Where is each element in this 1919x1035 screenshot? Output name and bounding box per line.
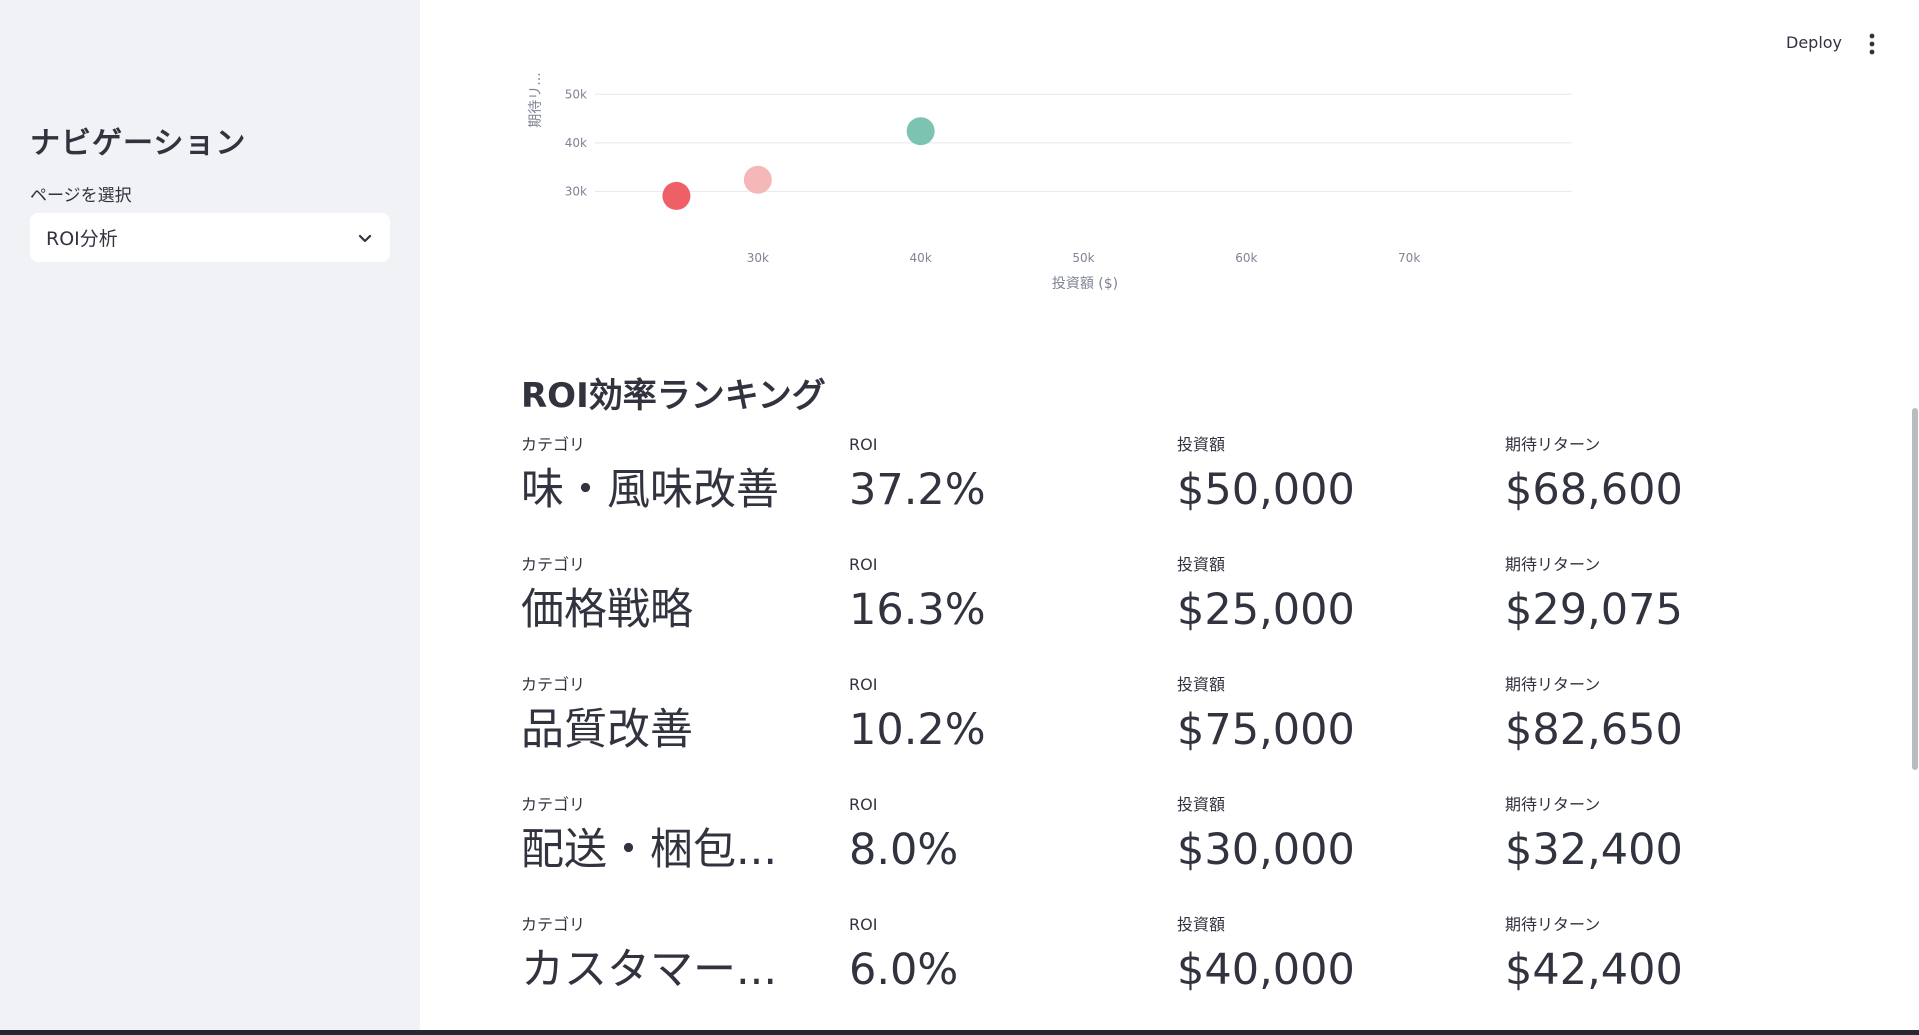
category-metric: カテゴリ 品質改善: [521, 674, 821, 758]
investment-label: 投資額: [1177, 555, 1226, 574]
scatter-point: [906, 117, 935, 146]
ranking-row: カテゴリ味・風味改善 ROI 37.2% 投資額 $50,000 期待リターン $68,60…: [521, 434, 1841, 546]
y-axis-title: 期待リ...: [528, 72, 544, 127]
sidebar-title: ナビゲーション: [30, 126, 247, 161]
investment-value: $75,000: [1177, 705, 1355, 755]
x-tick-label: 70k: [1398, 251, 1420, 265]
y-tick-label: 30k: [565, 184, 587, 198]
chevron-down-icon: [356, 229, 374, 247]
chart-svg: 30k 40k 50k 30k 40k 50k 60k 70k 投資額 ($) 期待リ...: [528, 72, 1572, 292]
sidebar: ナビゲーション ページを選択 ROI分析: [0, 0, 420, 1030]
roi-label: ROI: [849, 435, 878, 454]
expected-return-value: $68,600: [1505, 465, 1683, 515]
category-label: カテゴリ: [521, 555, 586, 574]
expected-return-value: $29,075: [1505, 585, 1683, 635]
y-tick-label: 40k: [565, 136, 587, 150]
category-label: カテゴリ: [521, 915, 586, 934]
scatter-point: [743, 165, 772, 194]
investment-metric: 投資額 $50,000: [1177, 434, 1477, 518]
investment-label: 投資額: [1177, 795, 1226, 814]
category-label: カテゴリ: [521, 675, 586, 694]
ranking-row: カテゴリカスタマー... ROI 6.0% 投資額 $40,000 期待リターン $42,4…: [521, 914, 1841, 1026]
roi-value: 10.2%: [849, 705, 986, 755]
expected-return-value: $32,400: [1505, 825, 1683, 875]
expected-return-metric: 期待リターン $68,600: [1505, 434, 1805, 518]
x-tick-label: 50k: [1072, 251, 1094, 265]
expected-return-metric: 期待リターン $42,400: [1505, 914, 1805, 998]
ranking-row: カテゴリ価格戦略 ROI 16.3% 投資額 $25,000 期待リターン $29,075: [521, 554, 1841, 666]
page-select-label: ページを選択: [30, 186, 132, 206]
expected-return-metric: 期待リターン $32,400: [1505, 794, 1805, 878]
category-label: カテゴリ: [521, 795, 586, 814]
roi-value: 8.0%: [849, 825, 959, 875]
expected-return-label: 期待リターン: [1505, 915, 1601, 934]
scatter-point: [662, 181, 691, 210]
page-select-value: ROI分析: [46, 228, 118, 250]
expected-return-value: $42,400: [1505, 945, 1683, 995]
category-metric: カテゴリ配送・梱包...: [521, 794, 821, 878]
more-vert-icon[interactable]: [1860, 30, 1884, 58]
expected-return-metric: 期待リターン $82,650: [1505, 674, 1805, 758]
category-value: 配送・梱包...: [521, 825, 778, 875]
investment-value: $40,000: [1177, 945, 1355, 995]
investment-label: 投資額: [1177, 435, 1226, 454]
ranking-title: ROI効率ランキング: [521, 376, 826, 416]
roi-metric: ROI 10.2%: [849, 674, 1149, 758]
roi-metric: ROI 8.0%: [849, 794, 1149, 878]
roi-metric: ROI 37.2%: [849, 434, 1149, 518]
y-tick-label: 50k: [565, 87, 587, 101]
investment-value: $50,000: [1177, 465, 1355, 515]
x-tick-label: 60k: [1235, 251, 1257, 265]
x-tick-label: 40k: [910, 251, 932, 265]
roi-label: ROI: [849, 555, 878, 574]
roi-metric: ROI 6.0%: [849, 914, 1149, 998]
roi-value: 16.3%: [849, 585, 986, 635]
expected-return-value: $82,650: [1505, 705, 1683, 755]
roi-label: ROI: [849, 915, 878, 934]
page-select[interactable]: ROI分析: [30, 213, 390, 262]
roi-label: ROI: [849, 675, 878, 694]
bottom-bar: [0, 1030, 1919, 1035]
expected-return-label: 期待リターン: [1505, 795, 1601, 814]
expected-return-label: 期待リターン: [1505, 555, 1601, 574]
category-value: 品質改善: [521, 705, 693, 755]
scrollbar[interactable]: [1912, 408, 1918, 770]
category-metric: カテゴリカスタマー...: [521, 914, 821, 998]
category-value: 価格戦略: [521, 585, 693, 635]
investment-metric: 投資額 $25,000: [1177, 554, 1477, 638]
roi-metric: ROI 16.3%: [849, 554, 1149, 638]
category-label: カテゴリ: [521, 435, 586, 454]
roi-scatter-chart: 30k 40k 50k 30k 40k 50k 60k 70k 投資額 ($) 期待リ...: [500, 60, 1600, 310]
category-value: 味・風味改善: [521, 465, 779, 515]
investment-metric: 投資額 $40,000: [1177, 914, 1477, 998]
investment-metric: 投資額 $30,000: [1177, 794, 1477, 878]
category-value: カスタマー...: [521, 945, 778, 995]
expected-return-label: 期待リターン: [1505, 675, 1601, 694]
investment-metric: 投資額 $75,000: [1177, 674, 1477, 758]
investment-label: 投資額: [1177, 675, 1226, 694]
roi-value: 37.2%: [849, 465, 986, 515]
category-metric: カテゴリ味・風味改善: [521, 434, 821, 518]
roi-value: 6.0%: [849, 945, 959, 995]
roi-label: ROI: [849, 795, 878, 814]
category-metric: カテゴリ 価格戦略: [521, 554, 821, 638]
ranking-row: カテゴリ配送・梱包... ROI 8.0% 投資額 $30,000 期待リターン $32,4…: [521, 794, 1841, 906]
investment-label: 投資額: [1177, 915, 1226, 934]
x-tick-label: 30k: [747, 251, 769, 265]
deploy-button[interactable]: Deploy: [1786, 33, 1842, 52]
investment-value: $25,000: [1177, 585, 1355, 635]
investment-value: $30,000: [1177, 825, 1355, 875]
expected-return-metric: 期待リターン $29,075: [1505, 554, 1805, 638]
ranking-row: カテゴリ品質改善 ROI 10.2% 投資額 $75,000 期待リターン $82,650: [521, 674, 1841, 786]
expected-return-label: 期待リターン: [1505, 435, 1601, 454]
x-axis-title: 投資額 ($): [1052, 276, 1118, 292]
